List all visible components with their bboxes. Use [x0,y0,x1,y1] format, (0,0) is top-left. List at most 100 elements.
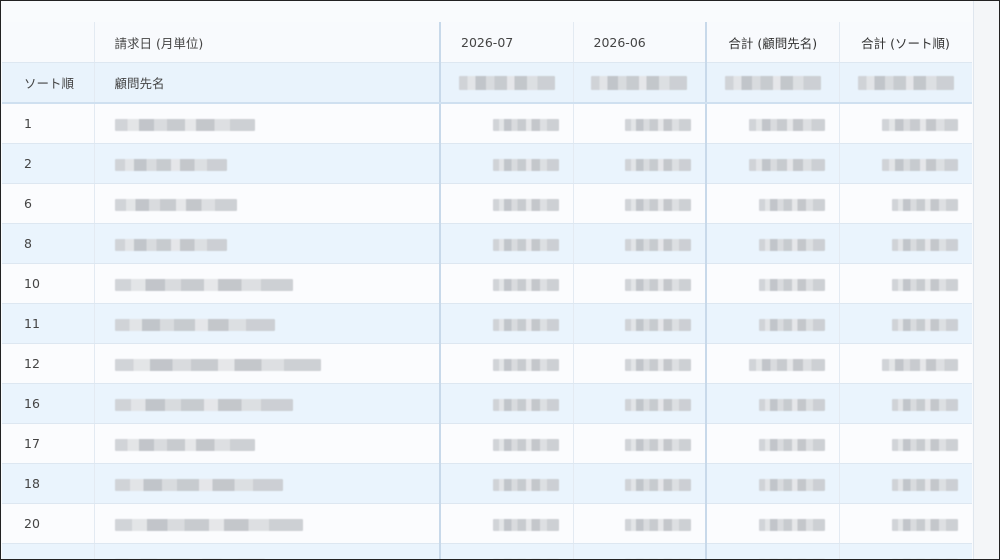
total-sort-cell [839,263,972,304]
redacted-value [492,158,559,171]
total-sort-cell [839,103,972,144]
table-row[interactable]: 10 [2,263,972,304]
pivot-table: 請求日 (月単位) 2026-07 2026-06 合計 (顧問先名) 合計 (… [2,22,972,559]
total-by-client-header[interactable]: 合計 (顧問先名) [705,22,840,63]
month-header-2026-06[interactable]: 2026-06 [573,22,707,63]
total-sort-cell [839,303,972,344]
table-row[interactable]: 16 [2,383,972,424]
redacted-value [492,518,559,531]
value-cell-2026-07 [439,183,574,224]
month-header-2026-07[interactable]: 2026-07 [439,22,574,63]
redacted-value [625,198,691,211]
redacted-value [492,318,559,331]
redacted-value [748,358,825,371]
client-name-cell[interactable] [94,463,441,504]
redacted-value [748,118,825,131]
table-row[interactable]: 12 [2,343,972,384]
redacted-client-name [114,118,255,131]
value-cell-2026-07 [439,303,574,344]
redacted-value [758,238,825,251]
client-name-cell[interactable] [94,103,441,144]
scroll-gutter[interactable] [973,1,999,559]
redacted-client-name [114,358,321,371]
redacted-client-name [114,318,275,331]
table-row[interactable]: 1 [2,103,972,144]
redacted-value [492,438,559,451]
client-name-cell[interactable] [94,183,441,224]
redacted-value [891,198,958,211]
redacted-subtotal [839,62,972,104]
redacted-value [891,518,958,531]
total-sort-cell [839,543,972,559]
value-cell-2026-07 [439,503,574,544]
client-name-cell[interactable] [94,143,441,184]
total-sort-cell [839,143,972,184]
total-by-sort-header[interactable]: 合計 (ソート順) [839,22,972,63]
redacted-value [625,478,691,491]
redacted-value [625,158,691,171]
total-client-cell [705,303,840,344]
client-name-cell[interactable] [94,383,441,424]
total-client-cell [705,143,840,184]
sort-order-cell: 6 [2,183,95,224]
redacted-value [758,438,825,451]
redacted-value [891,398,958,411]
total-sort-cell [839,463,972,504]
sort-order-header[interactable]: ソート順 [2,62,95,104]
value-cell-2026-07 [439,103,574,144]
total-client-cell [705,343,840,384]
sort-order-cell: 1 [2,103,95,144]
redacted-subtotal [439,62,574,104]
table-row[interactable]: 11 [2,303,972,344]
table-row[interactable]: 22 [2,543,972,559]
value-cell-2026-06 [573,183,707,224]
redacted-value [891,278,958,291]
client-name-cell[interactable] [94,303,441,344]
redacted-value [492,238,559,251]
redacted-value [625,118,691,131]
table-row[interactable]: 8 [2,223,972,264]
client-name-cell[interactable] [94,263,441,304]
client-name-cell[interactable] [94,543,441,559]
row-dimension-header[interactable]: 請求日 (月単位) [94,22,441,63]
total-sort-cell [839,183,972,224]
value-cell-2026-06 [573,103,707,144]
redacted-client-name [114,478,283,491]
total-sort-cell [839,383,972,424]
redacted-value [625,238,691,251]
redacted-value [881,158,958,171]
total-sort-cell [839,503,972,544]
value-cell-2026-06 [573,463,707,504]
redacted-value [492,478,559,491]
redacted-value [492,398,559,411]
value-cell-2026-06 [573,303,707,344]
redacted-value [625,518,691,531]
total-sort-cell [839,223,972,264]
table-row[interactable]: 20 [2,503,972,544]
table-row[interactable]: 2 [2,143,972,184]
redacted-client-name [114,438,255,451]
sort-order-cell: 22 [2,543,95,559]
corner-cell [2,22,95,63]
total-client-cell [705,503,840,544]
total-client-cell [705,423,840,464]
value-cell-2026-07 [439,263,574,304]
client-name-cell[interactable] [94,343,441,384]
redacted-subtotal [573,62,707,104]
sort-order-cell: 12 [2,343,95,384]
table-row[interactable]: 18 [2,463,972,504]
total-client-cell [705,103,840,144]
client-name-cell[interactable] [94,423,441,464]
client-name-header[interactable]: 顧問先名 [94,62,441,104]
client-name-cell[interactable] [94,503,441,544]
table-row[interactable]: 6 [2,183,972,224]
redacted-value [492,278,559,291]
value-cell-2026-06 [573,223,707,264]
client-name-cell[interactable] [94,223,441,264]
sort-order-cell: 17 [2,423,95,464]
row-header-row: ソート順 顧問先名 [2,62,972,104]
redacted-value [891,438,958,451]
redacted-value [625,278,691,291]
value-cell-2026-07 [439,143,574,184]
table-row[interactable]: 17 [2,423,972,464]
